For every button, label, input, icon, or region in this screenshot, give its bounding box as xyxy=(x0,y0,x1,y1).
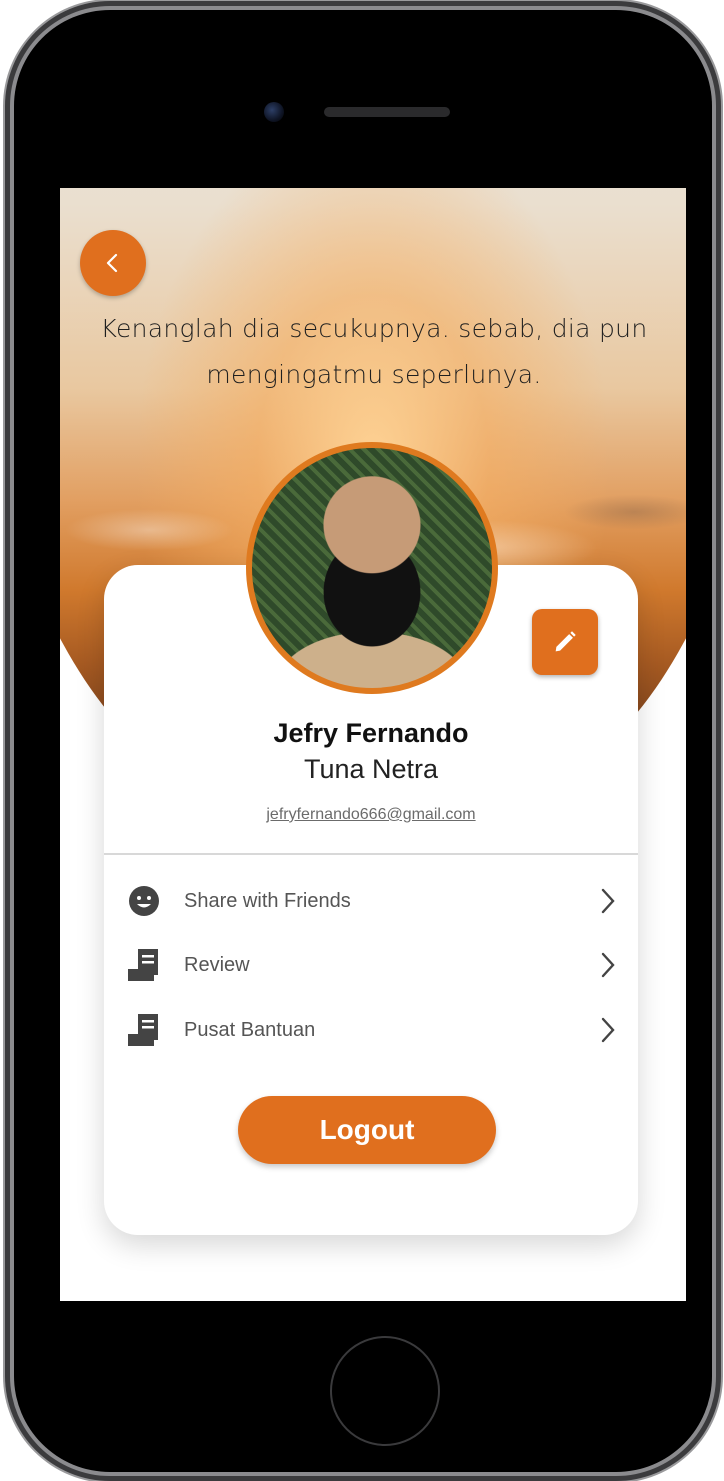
back-button[interactable] xyxy=(80,230,146,296)
menu-item-share-with-friends[interactable]: Share with Friends xyxy=(124,877,620,925)
earpiece-speaker xyxy=(324,107,450,117)
chevron-right-icon xyxy=(596,949,620,981)
avatar xyxy=(246,442,498,694)
edit-profile-button[interactable] xyxy=(532,609,598,675)
divider xyxy=(104,853,638,855)
document-icon xyxy=(124,1010,164,1050)
quote-text: Kenanglah dia secukupnya. sebab, dia pun… xyxy=(78,306,670,398)
document-icon xyxy=(124,945,164,985)
quote-line-1: Kenanglah dia secukupnya. sebab, dia pun xyxy=(100,314,648,343)
home-button[interactable] xyxy=(330,1336,440,1446)
menu-item-label: Review xyxy=(184,953,250,976)
smiley-icon xyxy=(124,881,164,921)
front-camera xyxy=(264,102,284,122)
profile-email[interactable]: jefryfernando666@gmail.com xyxy=(104,806,638,824)
pencil-icon xyxy=(555,631,576,652)
menu-item-label: Pusat Bantuan xyxy=(184,1018,316,1041)
logout-button[interactable]: Logout xyxy=(238,1096,496,1164)
profile-name: Jefry Fernando xyxy=(273,718,469,748)
quote-line-2: mengingatmu seperlunya. xyxy=(206,360,542,389)
chevron-right-icon xyxy=(596,885,620,917)
profile-role: Tuna Netra xyxy=(303,754,439,784)
chevron-right-icon xyxy=(596,1014,620,1046)
menu-item-review[interactable]: Review xyxy=(124,941,620,989)
menu-item-label: Share with Friends xyxy=(184,889,351,912)
profile-screen: Kenanglah dia secukupnya. sebab, dia pun… xyxy=(60,188,686,1301)
chevron-left-icon xyxy=(106,253,118,273)
menu-item-pusat-bantuan[interactable]: Pusat Bantuan xyxy=(124,1006,620,1054)
